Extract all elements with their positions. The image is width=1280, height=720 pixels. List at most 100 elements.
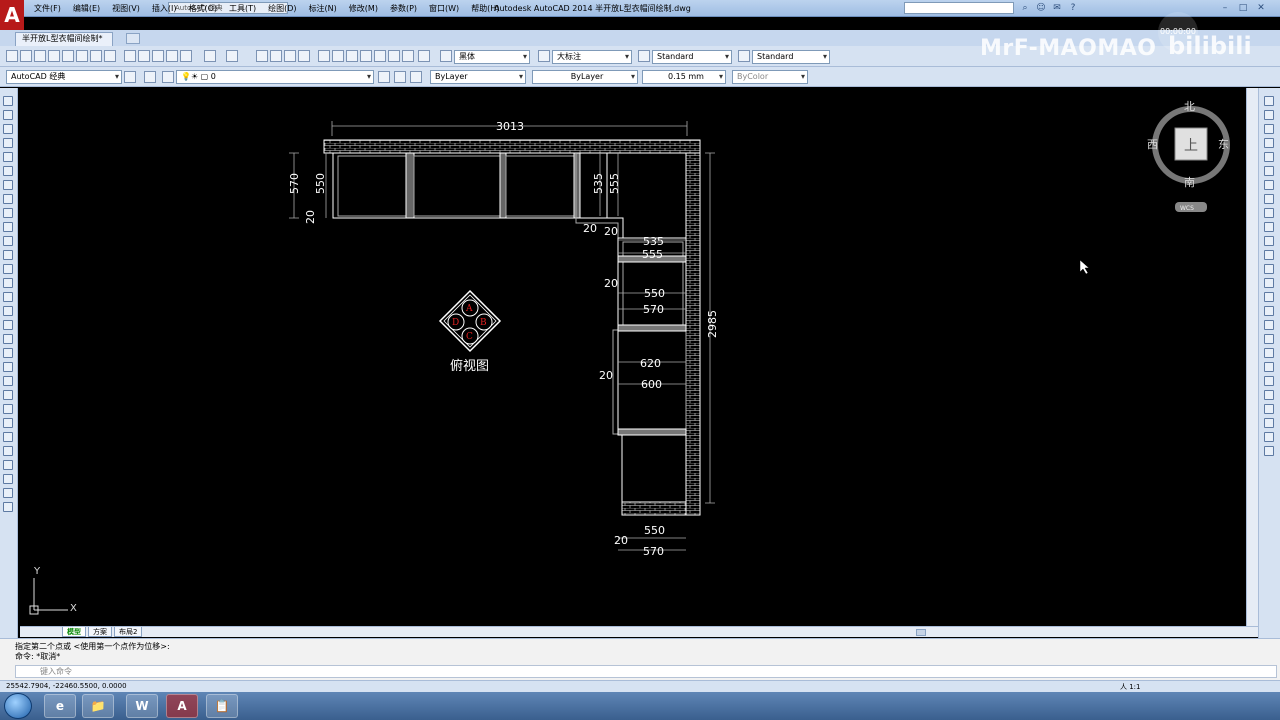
tab-layout2[interactable]: 布局2	[114, 627, 143, 637]
right-toolbar-tool-icon[interactable]	[1264, 194, 1274, 204]
right-toolbar-tool-icon[interactable]	[1264, 362, 1274, 372]
right-toolbar-tool-icon[interactable]	[1264, 208, 1274, 218]
right-toolbar-tool-icon[interactable]	[1264, 418, 1274, 428]
paste-icon[interactable]	[152, 50, 164, 62]
layer-state-icon[interactable]	[162, 71, 174, 83]
calculator-icon[interactable]	[402, 50, 414, 62]
menu-parametric[interactable]: 参数(P)	[384, 2, 423, 15]
workspace-settings-icon[interactable]	[124, 71, 136, 83]
left-toolbar-tool-icon[interactable]	[3, 208, 13, 218]
left-toolbar-tool-icon[interactable]	[3, 96, 13, 106]
3d-print-icon[interactable]	[104, 50, 116, 62]
right-toolbar-tool-icon[interactable]	[1264, 264, 1274, 274]
print-icon[interactable]	[62, 50, 74, 62]
command-input[interactable]: 键入命令	[15, 665, 1277, 678]
taskbar-autocad-icon[interactable]: A	[166, 694, 198, 718]
right-toolbar-tool-icon[interactable]	[1264, 138, 1274, 148]
right-toolbar-tool-icon[interactable]	[1264, 390, 1274, 400]
left-toolbar-tool-icon[interactable]	[3, 474, 13, 484]
right-toolbar-tool-icon[interactable]	[1264, 376, 1274, 386]
open-icon[interactable]	[34, 50, 46, 62]
dimension-style-combo[interactable]: 大标注	[552, 50, 632, 64]
left-toolbar-tool-icon[interactable]	[3, 292, 13, 302]
right-toolbar-tool-icon[interactable]	[1264, 292, 1274, 302]
right-toolbar-tool-icon[interactable]	[1264, 180, 1274, 190]
new-icon[interactable]	[6, 50, 18, 62]
left-toolbar-tool-icon[interactable]	[3, 502, 13, 512]
autocad-logo-icon[interactable]: A	[0, 0, 24, 30]
cut-icon[interactable]	[124, 50, 136, 62]
left-toolbar-tool-icon[interactable]	[3, 250, 13, 260]
taskbar-notes-icon[interactable]: 📋	[206, 694, 238, 718]
left-toolbar-tool-icon[interactable]	[3, 376, 13, 386]
search-input[interactable]	[904, 2, 1014, 14]
left-toolbar-tool-icon[interactable]	[3, 432, 13, 442]
tab-scheme[interactable]: 方案	[88, 627, 112, 637]
left-toolbar-tool-icon[interactable]	[3, 348, 13, 358]
right-toolbar-tool-icon[interactable]	[1264, 278, 1274, 288]
viewcube[interactable]: 上 北 南 东 西 WCS	[1147, 100, 1230, 212]
workspace-combo[interactable]: AutoCAD 经典	[6, 70, 122, 84]
right-toolbar-tool-icon[interactable]	[1264, 432, 1274, 442]
zoom-realtime-icon[interactable]	[270, 50, 282, 62]
text-style-combo[interactable]: Standard	[652, 50, 732, 64]
left-toolbar-tool-icon[interactable]	[3, 236, 13, 246]
left-toolbar-tool-icon[interactable]	[3, 404, 13, 414]
left-toolbar-tool-icon[interactable]	[3, 320, 13, 330]
minimize-icon[interactable]: –	[1220, 3, 1230, 13]
menu-file[interactable]: 文件(F)	[28, 2, 67, 15]
left-toolbar-tool-icon[interactable]	[3, 222, 13, 232]
horizontal-scrollbar-thumb[interactable]	[916, 629, 926, 636]
left-toolbar-tool-icon[interactable]	[3, 194, 13, 204]
right-toolbar-tool-icon[interactable]	[1264, 446, 1274, 456]
multileader-style-icon[interactable]	[738, 50, 750, 62]
pan-icon[interactable]	[256, 50, 268, 62]
help-toolbar-icon[interactable]	[418, 50, 430, 62]
left-toolbar-tool-icon[interactable]	[3, 390, 13, 400]
user-icon[interactable]: ☺	[1036, 3, 1046, 13]
maximize-icon[interactable]: □	[1238, 3, 1248, 13]
font-combo[interactable]: 黑体	[454, 50, 530, 64]
right-toolbar-tool-icon[interactable]	[1264, 222, 1274, 232]
left-toolbar-tool-icon[interactable]	[3, 166, 13, 176]
close-icon[interactable]: ✕	[1256, 3, 1266, 13]
quickcalc-icon[interactable]	[388, 50, 400, 62]
markup-icon[interactable]	[374, 50, 386, 62]
right-toolbar-tool-icon[interactable]	[1264, 320, 1274, 330]
menu-window[interactable]: 窗口(W)	[423, 2, 465, 15]
linetype-combo[interactable]: ByLayer	[532, 70, 638, 84]
annotation-scale[interactable]: 人 1:1	[1120, 682, 1141, 692]
zoom-previous-icon[interactable]	[298, 50, 310, 62]
exchange-icon[interactable]: ✉	[1052, 3, 1062, 13]
menu-insert[interactable]: 插入(I)	[146, 2, 183, 15]
dim-style-icon[interactable]	[538, 50, 550, 62]
right-toolbar-tool-icon[interactable]	[1264, 236, 1274, 246]
left-toolbar-tool-icon[interactable]	[3, 362, 13, 372]
lineweight-combo[interactable]: 0.15 mm	[642, 70, 726, 84]
make-current-icon[interactable]	[378, 71, 390, 83]
file-tab[interactable]: 半开放L型衣帽间绘制*	[15, 32, 114, 46]
block-editor-icon[interactable]	[180, 50, 192, 62]
help-icon[interactable]: ?	[1068, 3, 1078, 13]
right-toolbar-tool-icon[interactable]	[1264, 124, 1274, 134]
right-toolbar-tool-icon[interactable]	[1264, 250, 1274, 260]
left-toolbar-tool-icon[interactable]	[3, 138, 13, 148]
start-button[interactable]	[4, 693, 32, 719]
table-style-icon[interactable]	[638, 50, 650, 62]
vertical-scrollbar[interactable]	[1246, 88, 1258, 626]
redo-icon[interactable]	[226, 50, 238, 62]
right-toolbar-tool-icon[interactable]	[1264, 334, 1274, 344]
design-center-icon[interactable]	[332, 50, 344, 62]
color-combo[interactable]: ByLayer	[430, 70, 526, 84]
menu-view[interactable]: 视图(V)	[106, 2, 146, 15]
menu-tools[interactable]: 工具(T)	[223, 2, 262, 15]
right-toolbar-tool-icon[interactable]	[1264, 152, 1274, 162]
left-toolbar-tool-icon[interactable]	[3, 418, 13, 428]
match-properties-icon[interactable]	[166, 50, 178, 62]
zoom-window-icon[interactable]	[284, 50, 296, 62]
taskbar-browser-icon[interactable]: e	[44, 694, 76, 718]
right-toolbar-tool-icon[interactable]	[1264, 110, 1274, 120]
menu-format[interactable]: 格式(O)	[182, 2, 223, 15]
layer-properties-icon[interactable]	[144, 71, 156, 83]
left-toolbar-tool-icon[interactable]	[3, 488, 13, 498]
